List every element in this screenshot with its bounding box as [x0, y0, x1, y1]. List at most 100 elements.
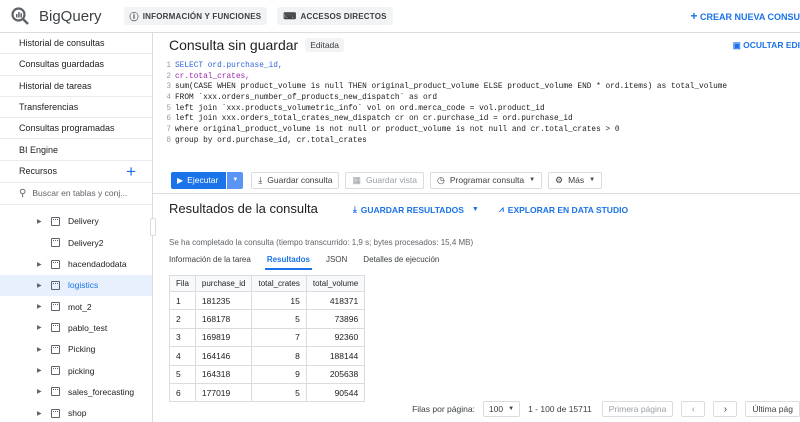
dataset-item[interactable]: ▶ picking [0, 360, 152, 381]
resource-search-input[interactable]: ⚲ Buscar en tablas y conj... [0, 183, 152, 205]
run-button[interactable]: ▶ Ejecutar ▼ [171, 171, 244, 189]
table-header-row: Fila purchase_id total_crates total_volu… [169, 275, 366, 292]
save-results-button[interactable]: ⤓ GUARDAR RESULTADOS ▼ [353, 204, 479, 215]
code-text: left join `xxx.products_volumetric_info`… [175, 104, 545, 113]
run-button-main[interactable]: ▶ Ejecutar [171, 171, 227, 189]
tab-execution-details[interactable]: Detalles de ejecución [363, 252, 439, 270]
create-query-label: CREAR NUEVA CONSU [699, 12, 800, 22]
expand-arrow-icon[interactable]: ▶ [37, 388, 42, 395]
table-cell: 4 [169, 346, 196, 366]
results-table: Fila purchase_id total_crates total_volu… [169, 275, 366, 403]
dataset-icon [51, 408, 60, 418]
code-text: where original_product_volume is not nul… [175, 126, 620, 135]
code-line: 6 left join xxx.orders_total_crates_new_d… [153, 114, 800, 125]
table-cell: 168178 [194, 309, 253, 329]
sidebar-item-saved-queries[interactable]: Consultas guardadas [0, 54, 152, 76]
view-icon: ▦ [352, 174, 361, 185]
more-label: Más [568, 175, 585, 185]
editor-header: Consulta sin guardar Editada ▣ OCULTAR E… [153, 33, 800, 57]
chevron-down-icon: ▼ [589, 177, 596, 183]
save-query-label: Guardar consulta [267, 175, 333, 185]
info-icon: ⓘ [129, 11, 139, 22]
table-cell: 9 [251, 364, 307, 384]
line-number: 4 [166, 94, 171, 103]
rows-per-page-select[interactable]: 100 ▼ [482, 401, 521, 417]
expand-arrow-icon[interactable]: ▶ [37, 282, 42, 289]
expand-arrow-icon[interactable]: ▶ [37, 303, 42, 310]
dataset-item[interactable]: ▶ shop [0, 402, 152, 422]
more-button[interactable]: ⚙ Más ▼ [548, 171, 603, 189]
sidebar-item-scheduled-queries[interactable]: Consultas programadas [0, 118, 152, 140]
code-text: SELECT ord.purchase_id, [175, 62, 283, 70]
results-panel: Resultados de la consulta ⤓ GUARDAR RESUL… [153, 193, 800, 422]
table-cell: 7 [251, 327, 307, 348]
table-cell: 169819 [194, 327, 253, 348]
table-cell: 181235 [194, 290, 253, 311]
line-number: 1 [166, 62, 171, 70]
run-dropdown-icon[interactable]: ▼ [226, 171, 244, 189]
tab-json[interactable]: JSON [326, 252, 347, 270]
dataset-icon [51, 323, 60, 333]
table-cell: 418371 [305, 290, 366, 311]
line-number: 8 [166, 136, 171, 145]
query-status: Se ha completado la consulta (tiempo tra… [169, 238, 474, 247]
expand-arrow-icon[interactable]: ▶ [37, 410, 42, 417]
code-line: 4 FROM `xxx.orders_number_of_products_new… [153, 93, 800, 104]
page-range: 1 - 100 de 15711 [528, 404, 592, 414]
prev-page-icon[interactable]: ‹ [681, 401, 706, 417]
table-cell: 73896 [305, 309, 366, 329]
dataset-icon [51, 238, 60, 248]
explore-label: EXPLORAR EN DATA STUDIO [507, 204, 629, 215]
next-page-icon[interactable]: › [713, 401, 738, 417]
info-features-chip[interactable]: ⓘ INFORMACIÓN Y FUNCIONES [123, 7, 268, 25]
dataset-item[interactable]: ▶ Picking [0, 339, 152, 360]
table-row: 4 164146 8 188144 [169, 346, 366, 366]
table-cell: 2 [169, 309, 196, 329]
dataset-item[interactable]: ▶ pablo_test [0, 317, 152, 338]
dataset-item[interactable]: ▶ hacendadodata [0, 253, 152, 274]
sidebar-item-query-history[interactable]: Historial de consultas [0, 33, 152, 55]
sidebar-item-transfers[interactable]: Transferencias [0, 97, 152, 119]
add-resource-icon[interactable]: + [126, 162, 136, 182]
table-cell: 205638 [305, 364, 366, 384]
save-query-button[interactable]: ⤓ Guardar consulta [251, 171, 340, 189]
code-line: 2 cr.total_crates, [153, 72, 800, 83]
expand-arrow-icon[interactable]: ▶ [37, 346, 42, 353]
chevron-down-icon: ▼ [508, 406, 515, 412]
tab-job-info[interactable]: Información de la tarea [169, 252, 251, 270]
expand-arrow-icon[interactable]: ▶ [37, 324, 42, 331]
expand-arrow-icon[interactable]: ▶ [37, 367, 42, 374]
results-title: Resultados de la consulta [169, 201, 318, 216]
expand-arrow-icon[interactable]: ▶ [37, 218, 42, 225]
schedule-query-button[interactable]: ◷ Programar consulta ▼ [430, 171, 543, 189]
sidebar-item-job-history[interactable]: Historial de tareas [0, 76, 152, 97]
hide-editor-button[interactable]: ▣ OCULTAR EDI [733, 40, 800, 51]
dataset-item-selected[interactable]: ▶ logistics [0, 274, 152, 296]
tab-results[interactable]: Resultados [264, 252, 313, 270]
dataset-item[interactable]: ▶ mot_2 [0, 296, 152, 317]
dataset-icon [51, 387, 60, 397]
dataset-item[interactable]: Delivery2 [0, 232, 152, 253]
dataset-item[interactable]: ▶ Delivery [0, 211, 152, 232]
main-panel: Consulta sin guardar Editada ▣ OCULTAR E… [153, 33, 800, 422]
expand-arrow-icon[interactable]: ▶ [37, 261, 42, 268]
bigquery-logo[interactable]: BigQuery [10, 6, 124, 26]
first-page-button[interactable]: Primera página [601, 401, 674, 417]
edited-badge: Editada [305, 38, 345, 52]
search-icon: ⚲ [19, 187, 27, 199]
code-text: sum(CASE WHEN product_volume is null THE… [175, 83, 728, 92]
table-row: 3 169819 7 92360 [169, 327, 366, 348]
shortcuts-chip[interactable]: ⌨ ACCESOS DIRECTOS [277, 7, 393, 25]
create-query-button[interactable]: + CREAR NUEVA CONSU [690, 9, 800, 23]
chart-icon: ⩘ [499, 204, 504, 214]
collapse-icon: ▣ [732, 40, 741, 50]
last-page-button[interactable]: Última pág [745, 401, 800, 417]
save-view-button[interactable]: ▦ Guardar vista [345, 171, 425, 189]
table-row: 2 168178 5 73896 [169, 309, 366, 329]
dataset-item[interactable]: ▶ sales_forecasting [0, 381, 152, 402]
explore-data-studio-button[interactable]: ⩘ EXPLORAR EN DATA STUDIO [499, 204, 628, 215]
sidebar-item-bi-engine[interactable]: BI Engine [0, 139, 152, 161]
dataset-icon [51, 302, 60, 312]
line-number: 5 [166, 104, 171, 113]
keyboard-icon: ⌨ [283, 10, 297, 21]
